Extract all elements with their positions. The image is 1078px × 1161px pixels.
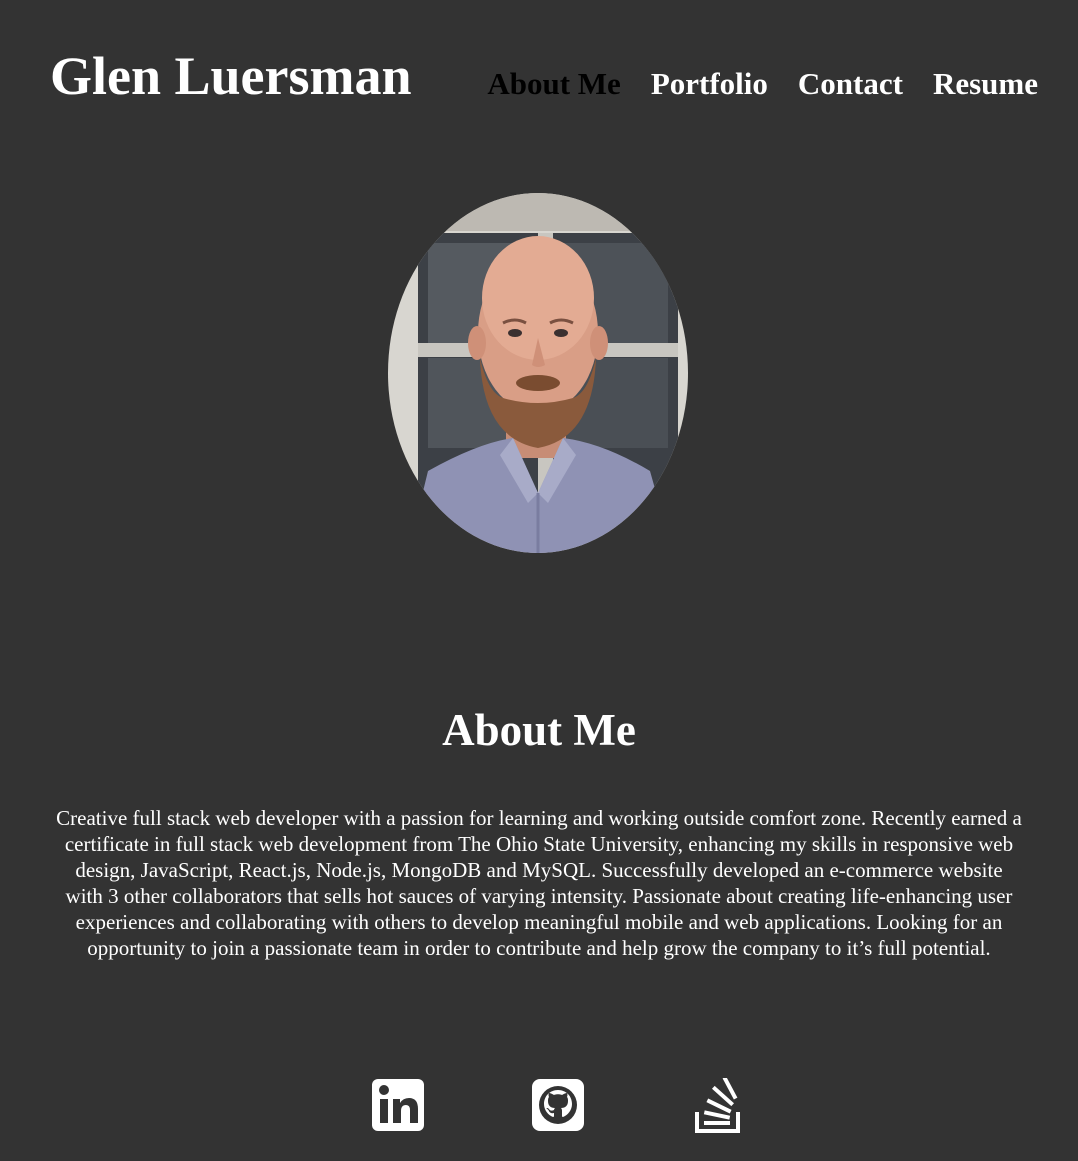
main-nav: About Me Portfolio Contact Resume: [487, 64, 1038, 104]
social-links: [0, 1078, 1078, 1138]
linkedin-link[interactable]: [371, 1078, 427, 1134]
github-icon: [532, 1079, 584, 1131]
nav-resume-link[interactable]: Resume: [933, 64, 1038, 104]
stackoverflow-icon: [695, 1078, 740, 1133]
nav-portfolio-link[interactable]: Portfolio: [651, 64, 768, 104]
github-link[interactable]: [531, 1078, 587, 1134]
page: Glen Luersman About Me Portfolio Contact…: [0, 0, 1078, 1161]
profile-photo: [388, 193, 688, 553]
stackoverflow-link[interactable]: [690, 1078, 746, 1134]
site-header: Glen Luersman About Me Portfolio Contact…: [0, 40, 1078, 120]
about-me-heading: About Me: [442, 705, 636, 755]
nav-contact-link[interactable]: Contact: [798, 64, 903, 104]
site-title: Glen Luersman: [50, 46, 412, 106]
linkedin-icon: [372, 1079, 424, 1131]
nav-about-me-link[interactable]: About Me: [487, 64, 620, 104]
about-me-text: Creative full stack web developer with a…: [56, 806, 1022, 960]
